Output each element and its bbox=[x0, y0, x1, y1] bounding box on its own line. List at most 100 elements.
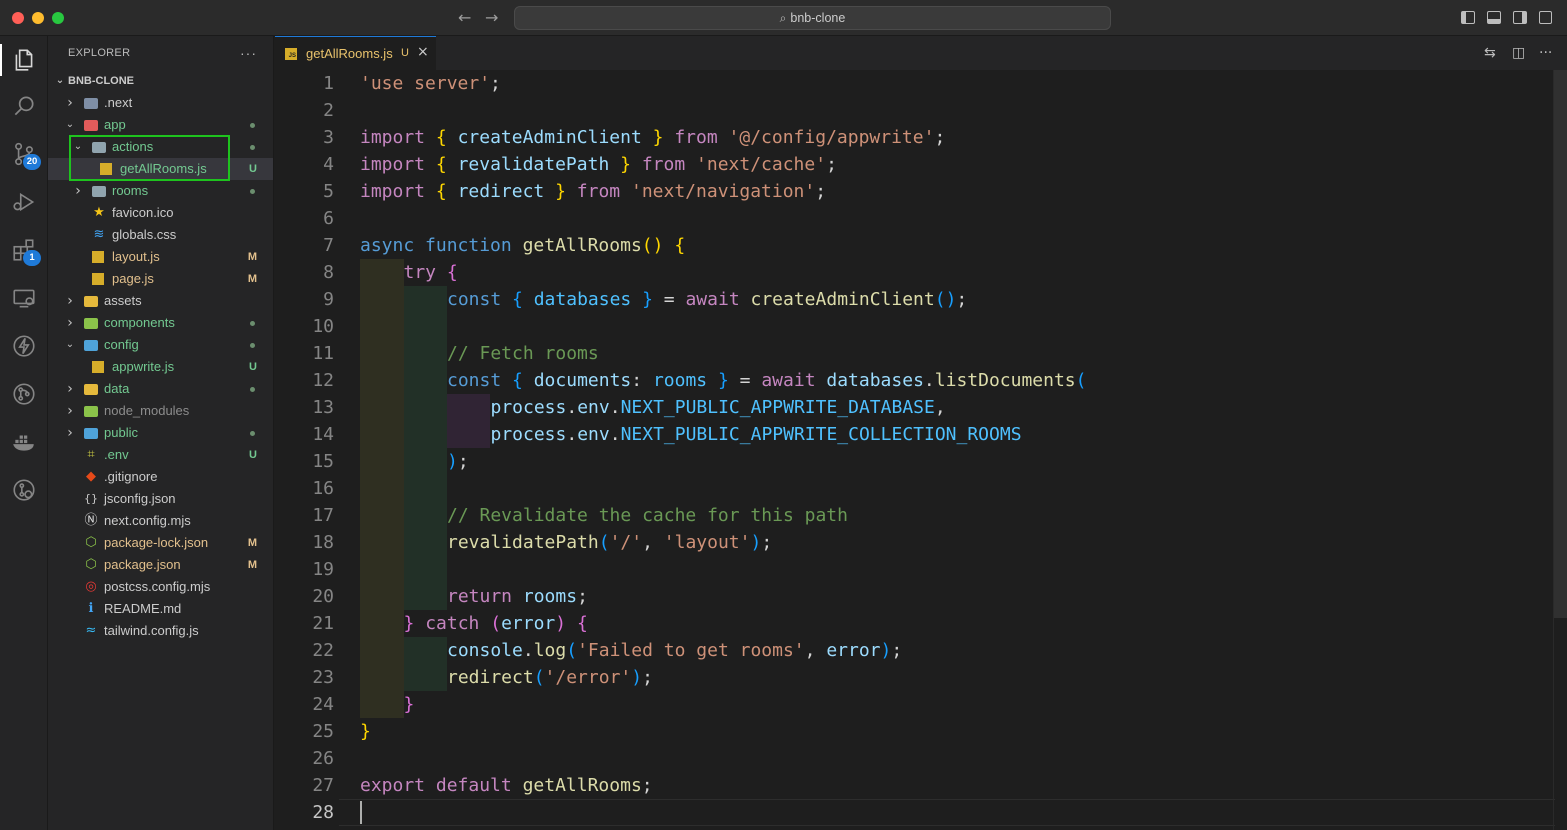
chevron-right-icon: › bbox=[67, 293, 73, 309]
tree-item-next-config-mjs[interactable]: Ⓝnext.config.mjs bbox=[48, 510, 273, 532]
code-token: await bbox=[685, 289, 740, 310]
tree-item-data[interactable]: › data bbox=[48, 378, 273, 400]
back-arrow-icon[interactable]: ← bbox=[458, 8, 471, 27]
explorer-title: EXPLORER bbox=[68, 47, 131, 59]
search-icon: ⌕ bbox=[779, 11, 787, 25]
current-line-highlight bbox=[339, 799, 1555, 826]
tree-item-package-lock-json[interactable]: ⬡ package-lock.json M bbox=[48, 532, 273, 554]
tree-item-globals-css[interactable]: ≋ globals.css bbox=[48, 224, 273, 246]
tree-item-getallrooms-js[interactable]: getAllRooms.js U bbox=[48, 158, 273, 180]
folder-icon bbox=[84, 340, 98, 351]
remote-explorer-icon[interactable] bbox=[0, 278, 48, 318]
tree-item-label: app bbox=[104, 117, 126, 132]
code-line: // Fetch rooms bbox=[447, 340, 599, 367]
forward-arrow-icon[interactable]: → bbox=[485, 8, 498, 27]
folder-icon bbox=[92, 142, 106, 153]
gitlens-icon[interactable] bbox=[0, 374, 48, 414]
code-editor[interactable]: 1 2 3 4 5 6 7 8 9 10 11 12 13 14 15 16 17 18 19 20 21 22 23 24 2… bbox=[275, 70, 1567, 830]
tree-item-tailwind-config-js[interactable]: ≈ tailwind.config.js bbox=[48, 620, 273, 642]
line-number: 26 bbox=[312, 748, 334, 769]
run-debug-icon[interactable] bbox=[0, 182, 48, 222]
code-token: ) bbox=[880, 640, 892, 661]
code-token: error bbox=[826, 640, 881, 661]
tree-item-package-json[interactable]: ⬡ package.json M bbox=[48, 554, 273, 576]
tree-item-assets[interactable]: › assets bbox=[48, 290, 273, 312]
tree-item-appwrite-js[interactable]: appwrite.js U bbox=[48, 356, 273, 378]
indent-guide bbox=[404, 286, 447, 313]
tree-item-components[interactable]: › components bbox=[48, 312, 273, 334]
minimize-window-button[interactable] bbox=[32, 12, 44, 24]
activity-bar: 20 1 bbox=[0, 36, 48, 830]
line-number: 16 bbox=[312, 478, 334, 499]
tree-item-label: layout.js bbox=[112, 249, 160, 264]
code-token: ; bbox=[815, 181, 827, 202]
code-token: return bbox=[447, 586, 513, 607]
code-token: import bbox=[360, 154, 426, 175]
toggle-primary-sidebar-icon[interactable] bbox=[1461, 11, 1475, 24]
more-editor-actions-icon[interactable]: ··· bbox=[1539, 45, 1552, 61]
tree-item-page-js[interactable]: page.js M bbox=[48, 268, 273, 290]
code-token: = bbox=[652, 289, 686, 310]
indent-guide bbox=[404, 637, 447, 664]
tree-item-node-modules[interactable]: › node_modules bbox=[48, 400, 273, 422]
tree-item-layout-js[interactable]: layout.js M bbox=[48, 246, 273, 268]
chevron-right-icon: › bbox=[67, 425, 73, 441]
maximize-window-button[interactable] bbox=[52, 12, 64, 24]
code-token: ; bbox=[826, 154, 837, 175]
code-token: catch bbox=[425, 613, 480, 634]
explorer-icon[interactable] bbox=[0, 40, 48, 80]
indent-guide bbox=[404, 340, 447, 367]
toggle-panel-icon[interactable] bbox=[1487, 11, 1501, 24]
code-token: getAllRooms bbox=[522, 235, 642, 256]
docker-icon[interactable] bbox=[0, 422, 48, 462]
tree-item-favicon-ico[interactable]: ★ favicon.ico bbox=[48, 202, 273, 224]
tree-item-rooms[interactable]: › rooms bbox=[48, 180, 273, 202]
git-graph-icon[interactable] bbox=[0, 470, 48, 510]
code-line: } bbox=[404, 691, 415, 718]
more-actions-icon[interactable]: ··· bbox=[240, 36, 257, 70]
tree-item-app[interactable]: ⌄ app bbox=[48, 114, 273, 136]
code-line: redirect('/error'); bbox=[447, 664, 653, 691]
tree-item-public[interactable]: › public bbox=[48, 422, 273, 444]
search-icon[interactable] bbox=[0, 86, 48, 126]
tree-item-label: components bbox=[104, 315, 175, 330]
split-editor-icon[interactable]: ◫ bbox=[1512, 45, 1525, 61]
close-tab-icon[interactable]: × bbox=[417, 44, 429, 60]
tree-item-next[interactable]: › .next bbox=[48, 92, 273, 114]
code-line: import { redirect } from 'next/navigatio… bbox=[360, 178, 826, 205]
code-token: const bbox=[447, 289, 502, 310]
line-number-gutter: 1 2 3 4 5 6 7 8 9 10 11 12 13 14 15 16 17 18 19 20 21 22 23 24 2… bbox=[275, 70, 339, 830]
tree-item-jsconfig-json[interactable]: {} jsconfig.json bbox=[48, 488, 273, 510]
toggle-secondary-sidebar-icon[interactable] bbox=[1513, 11, 1527, 24]
indent-guide bbox=[447, 394, 490, 421]
extensions-icon[interactable]: 1 bbox=[0, 230, 48, 270]
command-center-search[interactable]: ⌕ bnb-clone bbox=[514, 6, 1111, 30]
tree-item-label: package-lock.json bbox=[104, 535, 209, 550]
tree-item-postcss-config-mjs[interactable]: ◎ postcss.config.mjs bbox=[48, 576, 273, 598]
tree-item-readme-md[interactable]: ℹ README.md bbox=[48, 598, 273, 620]
npm-icon: ⬡ bbox=[85, 535, 97, 550]
tab-label: getAllRooms.js bbox=[306, 46, 393, 61]
indent-guide bbox=[404, 448, 447, 475]
compare-changes-icon[interactable]: ⇆ bbox=[1484, 45, 1496, 61]
close-window-button[interactable] bbox=[12, 12, 24, 24]
tree-item-config[interactable]: ⌄ config bbox=[48, 334, 273, 356]
code-line: revalidatePath('/', 'layout'); bbox=[447, 529, 772, 556]
code-token: export bbox=[360, 775, 426, 796]
git-status-mark: M bbox=[247, 537, 257, 549]
project-root[interactable]: ⌄ BNB-CLONE bbox=[48, 70, 273, 92]
tree-item-env[interactable]: ⌗ .env U bbox=[48, 444, 273, 466]
vertical-scrollbar[interactable] bbox=[1553, 70, 1567, 830]
tree-item-gitignore[interactable]: ◆ .gitignore bbox=[48, 466, 273, 488]
tab-getallrooms[interactable]: JS getAllRooms.js U × bbox=[275, 36, 436, 70]
tailwind-icon: ≈ bbox=[85, 623, 97, 638]
tree-item-actions[interactable]: ⌄ actions bbox=[48, 136, 273, 158]
scrollbar-thumb[interactable] bbox=[1554, 70, 1567, 618]
customize-layout-icon[interactable] bbox=[1539, 11, 1552, 24]
source-control-icon[interactable]: 20 bbox=[0, 134, 48, 174]
code-token: import bbox=[360, 181, 426, 202]
thunder-client-icon[interactable] bbox=[0, 326, 48, 366]
